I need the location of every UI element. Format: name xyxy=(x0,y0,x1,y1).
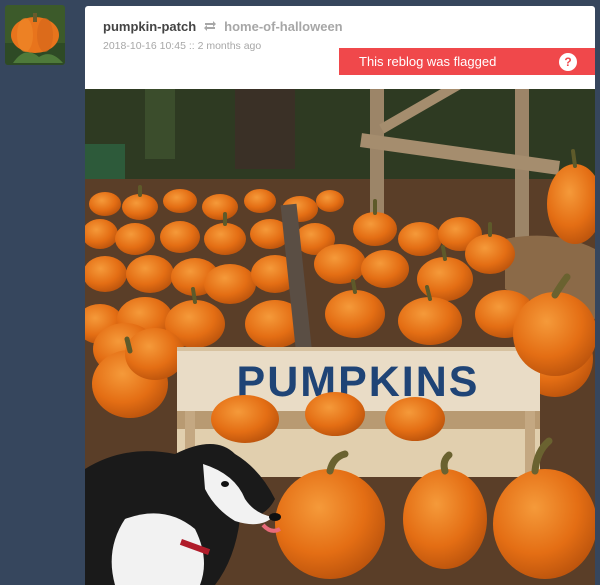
meta-separator: :: xyxy=(188,40,195,52)
post-card: pumpkin-patch home-of-halloween 2018-10-… xyxy=(85,6,595,585)
sign-text: PUMPKINS xyxy=(237,358,480,406)
post-photo[interactable]: PUMPKINS xyxy=(85,89,595,585)
reblog-icon xyxy=(202,18,218,34)
post-attribution: pumpkin-patch home-of-halloween xyxy=(103,18,343,34)
flagged-message: This reblog was flagged xyxy=(359,54,497,69)
post-header: pumpkin-patch home-of-halloween 2018-10-… xyxy=(85,6,595,89)
flagged-banner: This reblog was flagged ? xyxy=(339,48,595,75)
post-meta: 2018-10-16 10:45 :: 2 months ago xyxy=(103,40,261,52)
post-timestamp[interactable]: 2018-10-16 10:45 xyxy=(103,40,186,52)
blog-avatar[interactable] xyxy=(5,5,65,65)
author-link[interactable]: pumpkin-patch xyxy=(103,19,196,34)
help-icon[interactable]: ? xyxy=(559,52,577,71)
post-relative-time: 2 months ago xyxy=(197,40,262,52)
reblog-source-link[interactable]: home-of-halloween xyxy=(224,19,342,34)
avatar-pumpkin-image xyxy=(5,5,65,65)
